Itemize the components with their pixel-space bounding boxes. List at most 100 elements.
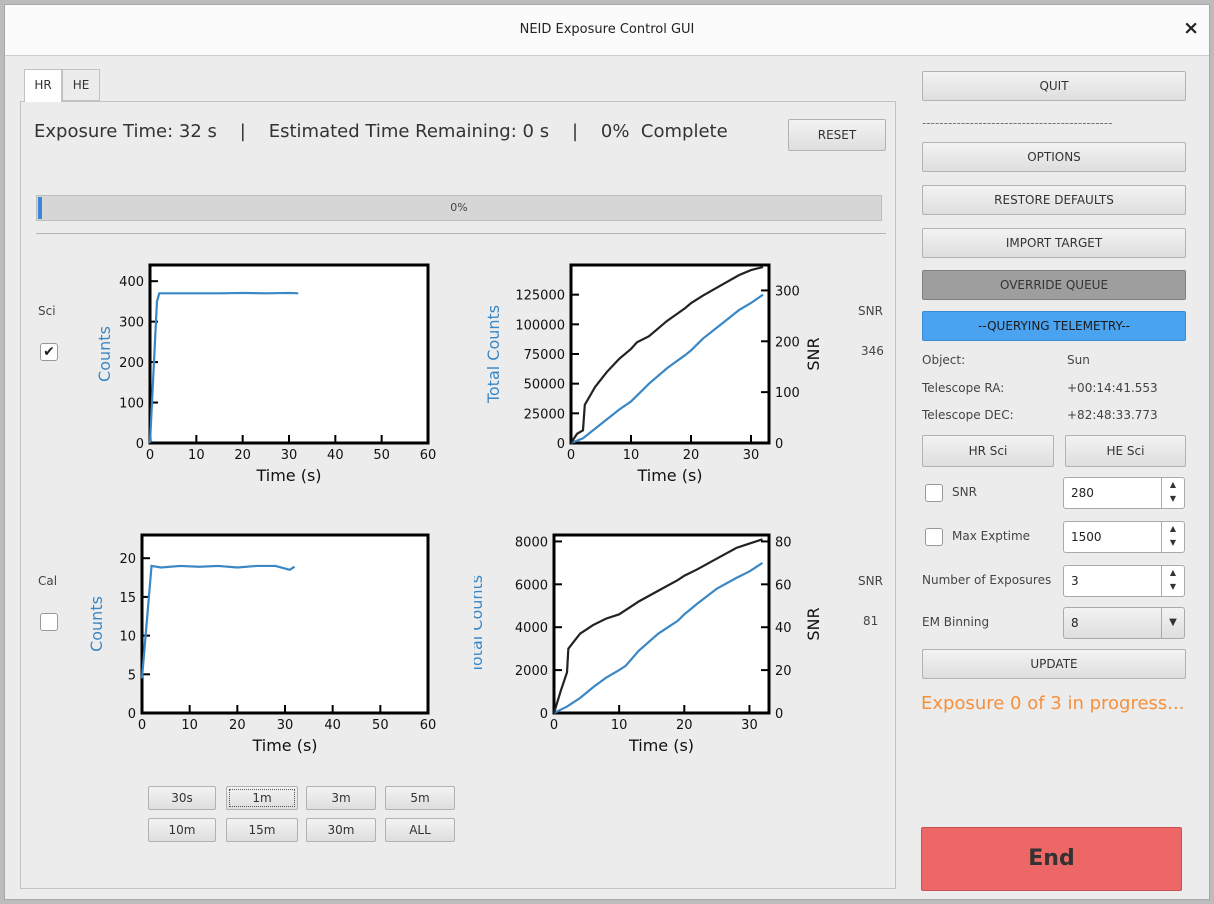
x-axis-label: Time (s): [628, 736, 694, 755]
y2-tick-label: 20: [775, 664, 792, 679]
x-tick-label: 0: [567, 448, 575, 463]
progress-text: 0%: [450, 201, 468, 214]
cal-label: Cal: [38, 574, 58, 588]
y-tick-label: 300: [119, 316, 144, 331]
y-tick-label: 4000: [515, 621, 548, 636]
sci-snr-value: 346: [861, 344, 884, 358]
range-15m-button[interactable]: 15m: [226, 818, 298, 842]
title-bar: NEID Exposure Control GUI ×: [5, 5, 1209, 56]
snr-spinbox-value: 280: [1071, 486, 1094, 500]
y-tick-label: 100: [119, 397, 144, 412]
x-tick-label: 30: [743, 448, 760, 463]
object-label: Object:: [922, 353, 966, 367]
x-tick-label: 10: [623, 448, 640, 463]
hr-sci-button[interactable]: HR Sci: [922, 435, 1054, 467]
x-tick-label: 30: [741, 718, 758, 733]
divider: [36, 233, 886, 234]
spin-arrows-icon[interactable]: ▲ ▼: [1161, 566, 1184, 596]
options-button[interactable]: OPTIONS: [922, 142, 1186, 172]
tab-hr[interactable]: HR: [24, 69, 62, 102]
object-value: Sun: [1067, 353, 1090, 367]
range-all-button[interactable]: ALL: [385, 818, 455, 842]
end-button[interactable]: End: [921, 827, 1182, 891]
y-axis-label: Total Counts: [484, 305, 503, 404]
restore-defaults-button[interactable]: RESTORE DEFAULTS: [922, 185, 1186, 215]
spin-arrows-icon[interactable]: ▲ ▼: [1161, 522, 1184, 552]
plot-area: [148, 263, 430, 445]
y-tick-label: 8000: [515, 535, 548, 550]
x-tick-label: 0: [138, 718, 146, 733]
y-tick-label: 6000: [515, 578, 548, 593]
reset-button[interactable]: RESET: [788, 119, 886, 151]
y-tick-label: 0: [136, 437, 144, 452]
y-tick-label: 10: [119, 630, 136, 645]
y-tick-label: 200: [119, 356, 144, 371]
range-10m-button[interactable]: 10m: [148, 818, 216, 842]
chevron-down-icon[interactable]: ▼: [1161, 608, 1184, 638]
update-button[interactable]: UPDATE: [922, 649, 1186, 679]
close-icon[interactable]: ×: [1183, 17, 1199, 39]
snr-checkbox-label: SNR: [952, 485, 977, 499]
max-exptime-spinbox[interactable]: 1500 ▲ ▼: [1063, 521, 1185, 553]
y-tick-label: 0: [557, 437, 565, 452]
y2-tick-label: 40: [775, 621, 792, 636]
y-tick-label: 20: [119, 552, 136, 567]
y2-axis-label: SNR: [804, 607, 823, 640]
max-exptime-label: Max Exptime: [952, 529, 1031, 543]
cal-counts-chart: 0 10 20 30 40 50 60 0 5 10 15 20 Time (s) Counts: [87, 533, 437, 755]
plot-area: [552, 533, 771, 715]
range-30s-button[interactable]: 30s: [148, 786, 216, 810]
x-tick-label: 10: [611, 718, 628, 733]
telescope-ra-label: Telescope RA:: [922, 381, 1005, 395]
x-tick-label: 60: [420, 718, 437, 733]
y-tick-label: 400: [119, 275, 144, 290]
tab-he[interactable]: HE: [62, 69, 100, 101]
x-tick-label: 20: [683, 448, 700, 463]
y-tick-label: 75000: [524, 348, 565, 363]
range-1m-button[interactable]: 1m: [226, 786, 298, 810]
range-3m-button[interactable]: 3m: [306, 786, 376, 810]
querying-telemetry-button[interactable]: --QUERYING TELEMETRY--: [922, 311, 1186, 341]
em-binning-select[interactable]: 8 ▼: [1063, 607, 1185, 639]
sci-label: Sci: [38, 304, 56, 318]
y-axis-label: Counts: [87, 596, 106, 652]
x-tick-label: 10: [181, 718, 198, 733]
y2-tick-label: 200: [775, 335, 800, 350]
range-30m-button[interactable]: 30m: [306, 818, 376, 842]
window-title: NEID Exposure Control GUI: [519, 22, 695, 37]
max-exptime-checkbox[interactable]: [925, 528, 943, 546]
y2-tick-label: 80: [775, 535, 792, 550]
snr-checkbox[interactable]: [925, 484, 943, 502]
snr-spinbox[interactable]: 280 ▲ ▼: [1063, 477, 1185, 509]
x-tick-label: 10: [188, 448, 205, 463]
import-target-button[interactable]: IMPORT TARGET: [922, 228, 1186, 258]
em-binning-value: 8: [1071, 616, 1079, 630]
y-tick-label: 15: [119, 591, 136, 606]
y-tick-label: 125000: [515, 289, 565, 304]
y-axis-label: Total Counts: [474, 575, 486, 674]
override-queue-button[interactable]: OVERRIDE QUEUE: [922, 270, 1186, 300]
sci-checkbox[interactable]: ✔: [40, 343, 58, 361]
x-tick-label: 0: [550, 718, 558, 733]
x-tick-label: 30: [281, 448, 298, 463]
num-exposures-value: 3: [1071, 574, 1079, 588]
x-tick-label: 20: [229, 718, 246, 733]
y-tick-label: 50000: [524, 378, 565, 393]
y-tick-label: 2000: [515, 664, 548, 679]
y2-tick-label: 300: [775, 284, 800, 299]
telescope-ra-value: +00:14:41.553: [1067, 381, 1158, 395]
y2-tick-label: 0: [775, 437, 783, 452]
y-tick-label: 100000: [515, 318, 565, 333]
exposure-progress-message: Exposure 0 of 3 in progress...: [921, 693, 1185, 714]
y2-tick-label: 60: [775, 578, 792, 593]
sci-snr-label: SNR: [858, 304, 883, 318]
x-tick-label: 20: [234, 448, 251, 463]
spin-arrows-icon[interactable]: ▲ ▼: [1161, 478, 1184, 508]
range-5m-button[interactable]: 5m: [385, 786, 455, 810]
sci-total-counts-chart: 0 10 20 30025000500007500010000012500001002…: [484, 263, 823, 485]
cal-checkbox[interactable]: [40, 613, 58, 631]
he-sci-button[interactable]: HE Sci: [1065, 435, 1186, 467]
num-exposures-spinbox[interactable]: 3 ▲ ▼: [1063, 565, 1185, 597]
telescope-dec-label: Telescope DEC:: [922, 408, 1014, 422]
quit-button[interactable]: QUIT: [922, 71, 1186, 101]
